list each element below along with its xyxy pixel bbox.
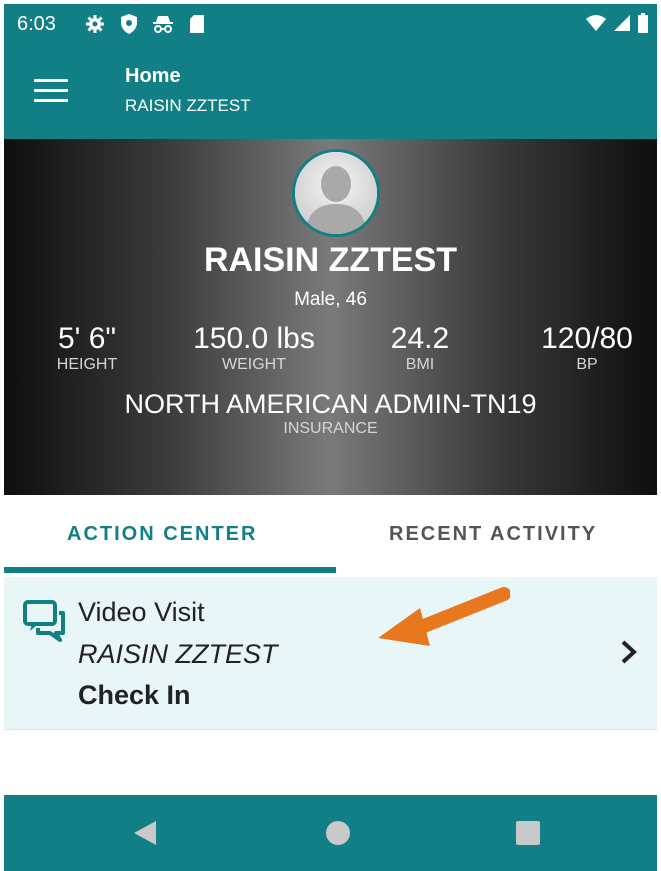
height-value: 5' 6"	[57, 322, 117, 355]
tab-bar: ACTION CENTER RECENT ACTIVITY	[4, 495, 657, 577]
bmi-label: BMI	[405, 356, 435, 373]
bp-label: BP	[576, 356, 598, 373]
system-nav-bar	[4, 795, 657, 871]
chevron-right-icon	[620, 639, 638, 670]
tab-recent-activity[interactable]: RECENT ACTIVITY	[389, 523, 597, 546]
video-visit-card[interactable]: Video Visit RAISIN ZZTEST Check In	[4, 577, 657, 730]
tab-action-center[interactable]: ACTION CENTER	[67, 523, 257, 546]
height-stat: 5' 6" HEIGHT	[7, 322, 167, 374]
page-subtitle: RAISIN ZZTEST	[125, 96, 251, 115]
app-bar: Home RAISIN ZZTEST	[4, 46, 657, 139]
recents-icon[interactable]	[514, 819, 542, 852]
settings-icon	[84, 12, 106, 36]
patient-name: RAISIN ZZTEST	[203, 241, 458, 279]
bp-stat: 120/80 BP	[507, 322, 661, 374]
back-icon[interactable]	[132, 819, 158, 852]
patient-demographics: Male, 46	[294, 289, 367, 310]
annotation-arrow-icon	[376, 586, 511, 655]
visit-type: Video Visit	[78, 597, 205, 627]
status-time: 6:03	[17, 13, 56, 35]
wifi-icon	[585, 14, 607, 37]
visit-patient-name: RAISIN ZZTEST	[78, 639, 278, 669]
app-screen: 6:03 Home RAISIN ZZTEST RAISIN ZZTEST Ma…	[0, 0, 661, 871]
home-icon[interactable]	[324, 819, 352, 852]
sd-card-icon	[186, 12, 208, 36]
weight-stat: 150.0 lbs WEIGHT	[174, 322, 334, 374]
incognito-icon	[152, 12, 174, 36]
chat-bubbles-icon	[22, 599, 68, 648]
bmi-stat: 24.2 BMI	[340, 322, 500, 374]
check-in-label: Check In	[78, 680, 191, 710]
bp-value: 120/80	[541, 322, 633, 355]
battery-icon	[637, 13, 649, 38]
insurance-info: NORTH AMERICAN ADMIN-TN19 INSURANCE	[4, 389, 657, 438]
insurance-value: NORTH AMERICAN ADMIN-TN19	[124, 389, 537, 419]
shield-icon	[118, 12, 140, 36]
menu-icon[interactable]	[34, 79, 68, 105]
status-bar: 6:03	[4, 4, 657, 46]
weight-label: WEIGHT	[222, 356, 286, 373]
signal-icon	[613, 14, 631, 37]
insurance-label: INSURANCE	[283, 420, 378, 437]
weight-value: 150.0 lbs	[193, 322, 315, 355]
bmi-value: 24.2	[390, 322, 450, 355]
avatar[interactable]	[292, 149, 380, 237]
patient-profile-header: RAISIN ZZTEST Male, 46 5' 6" HEIGHT 150.…	[4, 139, 657, 495]
active-tab-indicator	[4, 567, 336, 573]
height-label: HEIGHT	[56, 356, 118, 373]
page-title: Home	[125, 65, 181, 87]
